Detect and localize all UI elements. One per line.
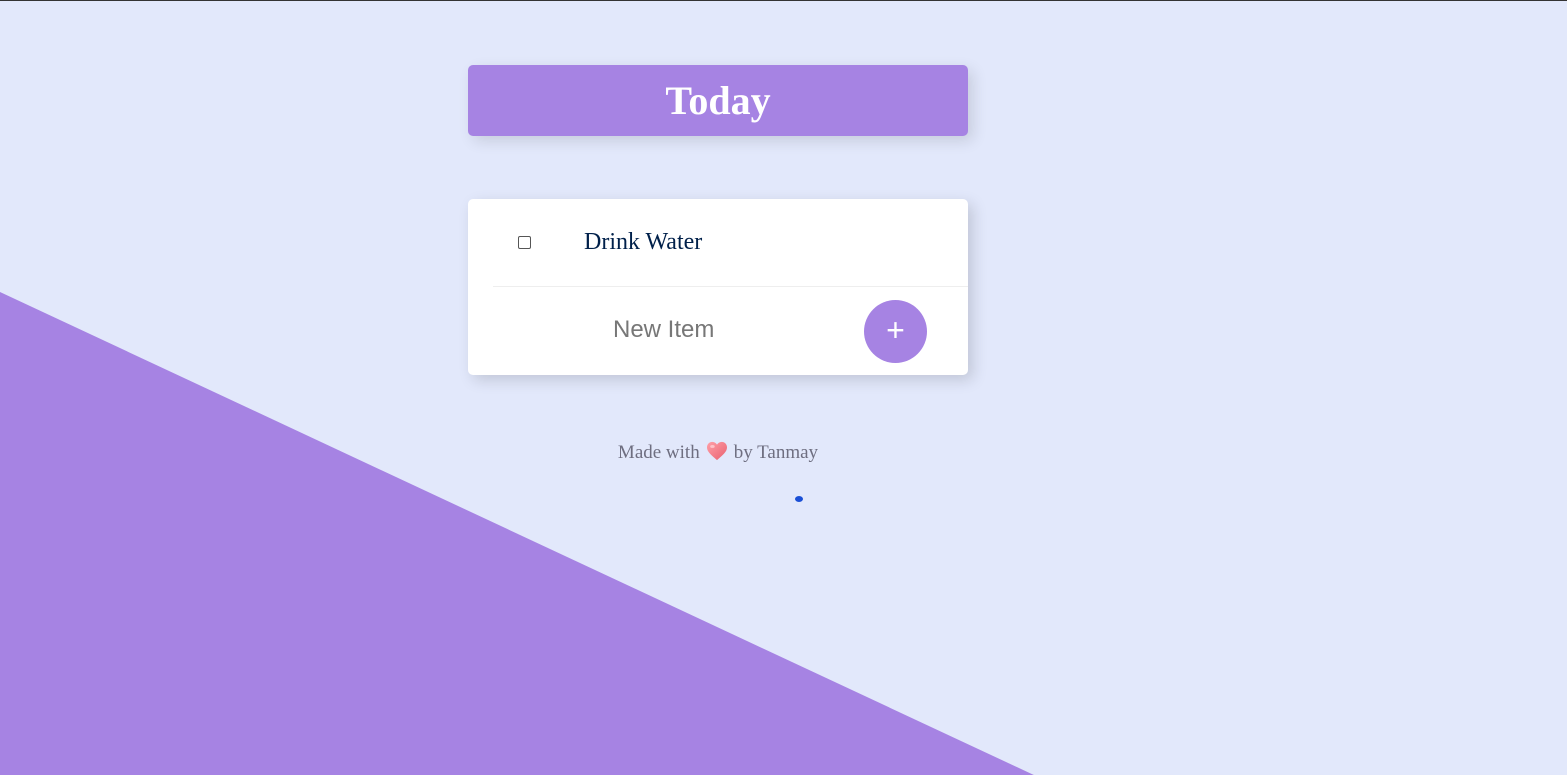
add-item-button[interactable]: + <box>864 300 927 363</box>
list-item: Drink Water <box>468 199 968 287</box>
footer: Made with by Tanmay <box>468 441 968 467</box>
todo-list-box: Drink Water + <box>468 199 968 375</box>
new-item-form: + <box>468 287 968 375</box>
footer-suffix: by Tanmay <box>733 442 819 463</box>
item-checkbox[interactable] <box>518 236 531 249</box>
cursor-dot <box>795 496 803 502</box>
page-title: Today <box>665 77 771 123</box>
new-item-input[interactable] <box>613 313 843 347</box>
heading-box: Today <box>468 65 968 136</box>
item-label: Drink Water <box>584 229 703 255</box>
heart-icon <box>706 441 728 467</box>
footer-prefix: Made with <box>617 442 700 463</box>
